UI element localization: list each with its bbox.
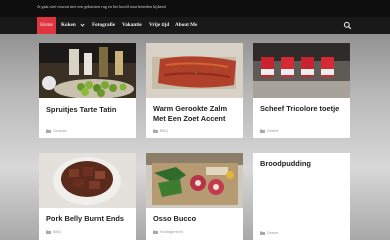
post-category-label: BBQ xyxy=(53,230,62,234)
post-thumbnail-zalm[interactable] xyxy=(146,43,243,98)
post-thumbnail-osso-bucco[interactable] xyxy=(146,153,243,208)
folder-icon xyxy=(46,230,51,234)
site-tagline: Je gaat niet vooruit met een gebarsten r… xyxy=(37,4,166,9)
post-category-label: Hoofdgerecht xyxy=(160,230,183,234)
post-category[interactable]: BBQ xyxy=(153,129,168,135)
post-title[interactable]: Spruitjes Tarte Tatin xyxy=(46,105,134,115)
nav-item-vakantie[interactable]: Vakantie xyxy=(122,17,142,34)
post-thumbnail-tricolore[interactable] xyxy=(253,43,350,98)
post-card[interactable]: Osso Bucco Hoofdgerecht xyxy=(146,153,243,240)
post-title[interactable]: Osso Bucco xyxy=(153,214,241,224)
folder-icon xyxy=(153,129,158,133)
post-category[interactable]: Hoofdgerecht xyxy=(153,230,183,236)
chevron-down-icon[interactable] xyxy=(80,17,85,34)
folder-icon xyxy=(153,230,158,234)
post-category-label: Desert xyxy=(267,231,279,235)
post-category[interactable]: Desert xyxy=(260,231,278,237)
nav-item-vrije-tijd[interactable]: Vrije tijd xyxy=(149,17,169,34)
post-category[interactable]: Desert xyxy=(260,129,278,135)
post-card[interactable]: Warm Gerookte Zalm Met Een Zoet Accent B… xyxy=(146,43,243,138)
post-title[interactable]: Warm Gerookte Zalm Met Een Zoet Accent xyxy=(153,104,241,124)
post-category-label: Desert xyxy=(267,129,279,133)
post-card[interactable]: Pork Belly Burnt Ends BBQ xyxy=(39,153,136,240)
nav-item-about-me[interactable]: About Me xyxy=(175,17,197,34)
post-category[interactable]: Groente xyxy=(46,129,67,135)
post-thumbnail-spruitjes[interactable] xyxy=(39,43,136,98)
nav-item-fotografie[interactable]: Fotografie xyxy=(92,17,115,34)
folder-icon xyxy=(260,129,265,133)
post-category-label: Groente xyxy=(53,129,67,133)
search-icon[interactable] xyxy=(343,21,352,30)
post-thumbnail-pork-belly[interactable] xyxy=(39,153,136,208)
top-bar: Je gaat niet vooruit met een gebarsten r… xyxy=(0,0,390,17)
post-card[interactable]: Broodpudding Desert xyxy=(253,153,350,240)
post-category[interactable]: BBQ xyxy=(46,230,61,236)
post-title[interactable]: Pork Belly Burnt Ends xyxy=(46,214,134,224)
post-title[interactable]: Broodpudding xyxy=(260,159,348,169)
post-category-label: BBQ xyxy=(160,129,169,133)
nav-item-koken[interactable]: Koken xyxy=(61,17,76,34)
folder-icon xyxy=(46,129,51,133)
post-card[interactable]: Scheef Tricolore toetje Desert xyxy=(253,43,350,138)
nav-item-home[interactable]: Home xyxy=(37,17,56,34)
post-title[interactable]: Scheef Tricolore toetje xyxy=(260,104,348,114)
post-card[interactable]: Spruitjes Tarte Tatin Groente xyxy=(39,43,136,138)
main-navigation: Home Koken Fotografie Vakantie Vrije tij… xyxy=(0,17,390,34)
folder-icon xyxy=(260,231,265,235)
